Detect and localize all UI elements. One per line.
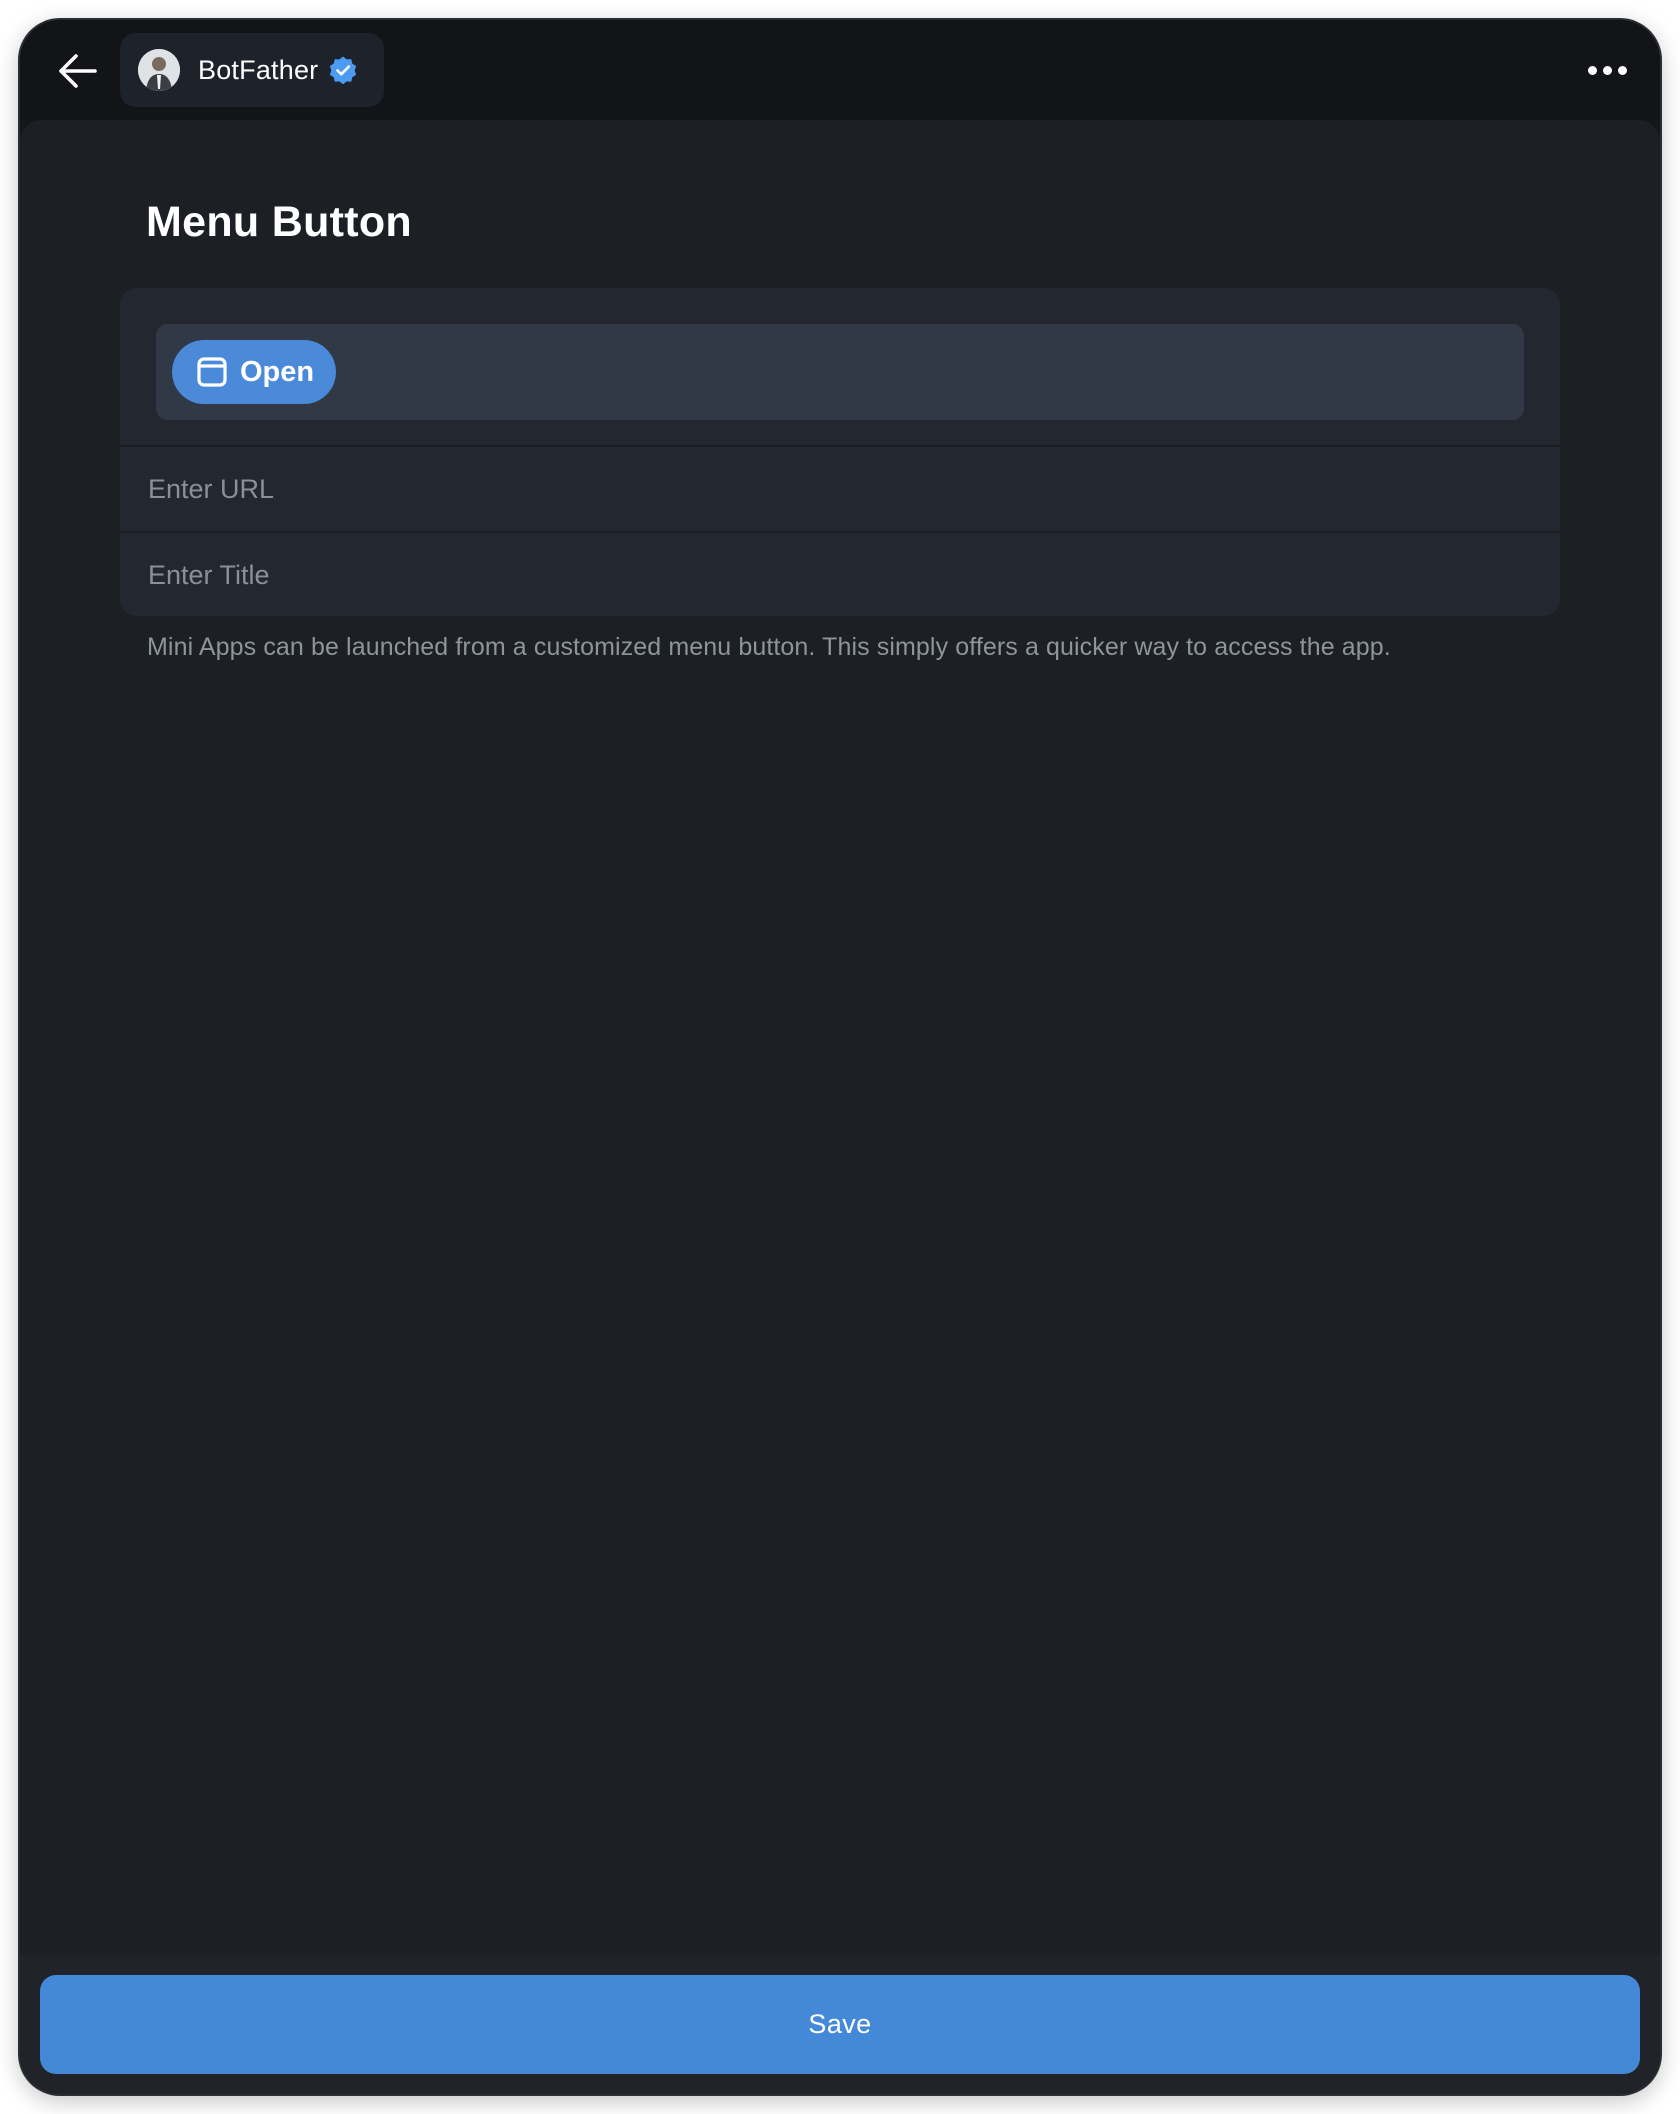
arrow-left-icon [59,54,97,88]
bottom-bar: Save [20,1955,1660,2094]
save-button[interactable]: Save [40,1975,1640,2074]
menu-button-settings-card: Open [120,288,1560,616]
menu-button-preview: Open [156,324,1524,420]
back-button[interactable] [48,42,106,100]
page-title: Menu Button [146,198,413,246]
bot-name: BotFather [198,54,319,85]
url-field [120,447,1560,531]
open-menu-button-preview[interactable]: Open [172,340,337,404]
title-input[interactable] [120,533,1560,616]
top-bar: BotFather [20,20,1660,120]
more-horizontal-icon [1587,65,1597,75]
more-options-button[interactable] [1582,48,1632,92]
title-field [120,533,1560,616]
menu-button-hint-text: Mini Apps can be launched from a customi… [147,633,1391,661]
url-input[interactable] [120,447,1560,531]
open-button-label: Open [240,355,315,388]
app-window: BotFather Menu Button Open Enter URL Ent… [20,20,1660,2094]
verified-badge-icon [330,56,357,85]
window-icon [197,357,227,387]
avatar [138,49,180,91]
bot-profile-chip[interactable]: BotFather [120,33,385,107]
main-content: Menu Button Open Mini Apps can [20,120,1660,1955]
